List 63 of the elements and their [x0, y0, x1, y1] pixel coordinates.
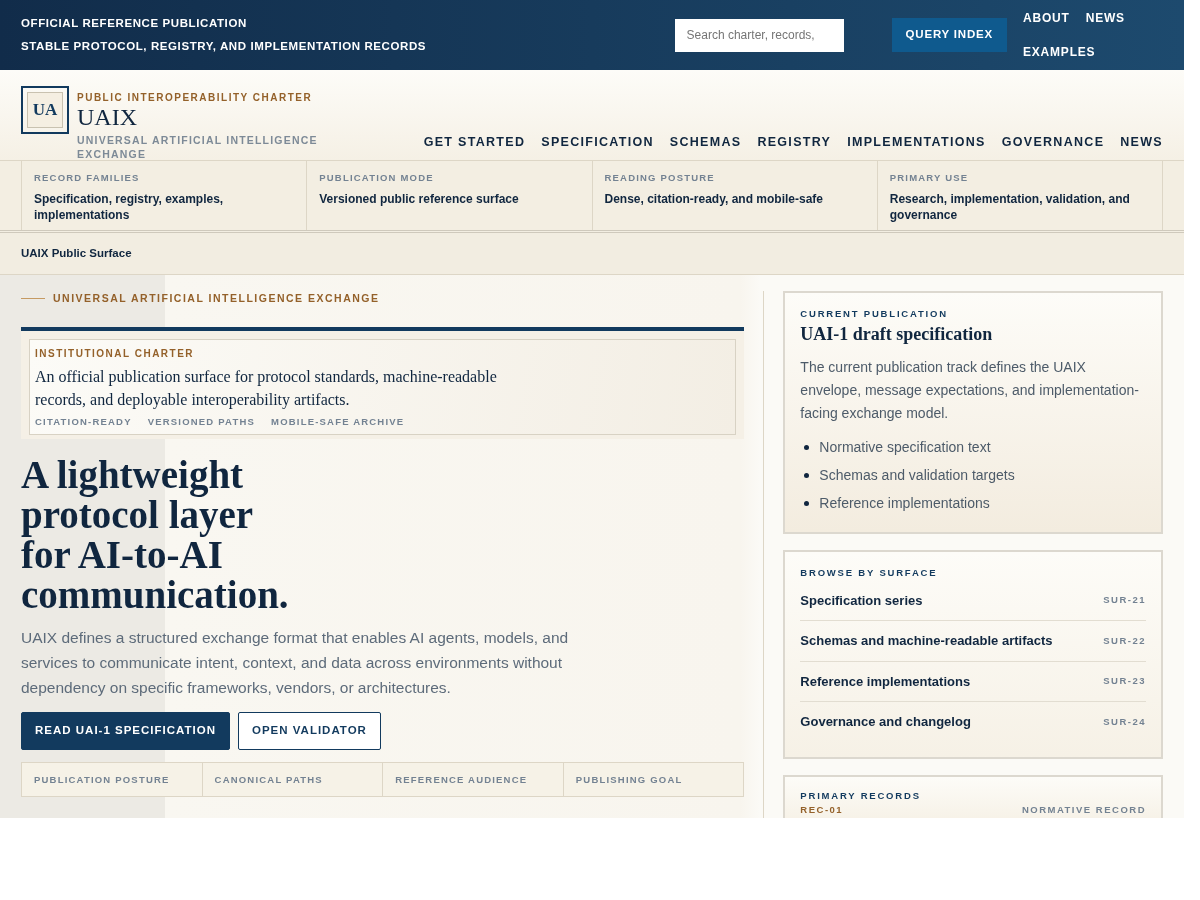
- query-button[interactable]: QUERY INDEX: [891, 18, 1007, 52]
- fact-label: PUBLICATION MODE: [319, 171, 435, 185]
- fact-value: Versioned public reference surface: [319, 191, 520, 208]
- card-title: UAI-1 draft specification: [800, 323, 994, 347]
- surface-code: SUR-24: [1103, 714, 1146, 729]
- card-label: BROWSE BY SURFACE: [800, 566, 939, 581]
- charter-text: An official publication surface for protocol standards, machine-readable records, and deployable interoperability artifacts.: [35, 366, 498, 411]
- column-header: REFERENCE AUDIENCE: [382, 763, 563, 797]
- nav-link[interactable]: GET STARTED: [423, 133, 526, 152]
- fact-value: Research, implementation, validation, and governance: [889, 191, 1131, 224]
- nav-link[interactable]: IMPLEMENTATIONS: [847, 133, 986, 152]
- eyebrow-label: PUBLIC INTEROPERABILITY CHARTER: [77, 91, 314, 105]
- column-header: CANONICAL PATHS: [201, 763, 383, 797]
- bullet-icon: [804, 444, 810, 450]
- bullet-icon: [804, 500, 810, 506]
- header-tagline: STABLE PROTOCOL, REGISTRY, AND IMPLEMENTATION RECORDS: [21, 39, 428, 54]
- surface-code: SUR-22: [1103, 633, 1146, 648]
- list-item: Reference implementations: [819, 494, 990, 514]
- breadcrumb: UAIX Public Surface: [21, 245, 132, 261]
- decorative-rule: [21, 298, 45, 300]
- bullet-icon: [804, 472, 810, 478]
- card-label: CURRENT PUBLICATION: [800, 307, 949, 321]
- surface-link[interactable]: Schemas and machine-readable artifacts: [800, 631, 1053, 651]
- nav-link[interactable]: NEWS: [1120, 133, 1163, 152]
- surface-code: SUR-23: [1103, 674, 1146, 689]
- nav-link[interactable]: REGISTRY: [757, 133, 832, 152]
- card-description: The current publication track defines the UAIX envelope, message expectations, and implementation-facing exchange model.: [800, 358, 1140, 424]
- surface-link[interactable]: Reference implementations: [800, 671, 971, 691]
- nav-link[interactable]: ABOUT: [1023, 9, 1070, 27]
- record-code: REC-01: [800, 802, 844, 817]
- open-validator-button[interactable]: OPEN VALIDATOR: [237, 712, 381, 750]
- surface-link[interactable]: Specification series: [800, 590, 923, 610]
- record-type: NORMATIVE RECORD: [1021, 802, 1146, 817]
- fact-value: Dense, citation-ready, and mobile-safe: [604, 191, 824, 208]
- column-header: PUBLICATION POSTURE: [33, 773, 171, 787]
- list-item: Schemas and validation targets: [819, 466, 1015, 486]
- nav-link[interactable]: SCHEMAS: [669, 133, 742, 152]
- column-header: PUBLISHING GOAL: [562, 763, 744, 797]
- hero-headline: A lightweight protocol layer for AI-to-AI communication.: [21, 455, 290, 615]
- fact-label: READING POSTURE: [604, 171, 716, 185]
- charter-tag: MOBILE-SAFE ARCHIVE: [271, 414, 405, 429]
- site-title: UAIX: [77, 105, 138, 129]
- surface-link[interactable]: Governance and changelog: [800, 712, 971, 732]
- surface-code: SUR-21: [1103, 593, 1146, 608]
- header-tagline: OFFICIAL REFERENCE PUBLICATION: [21, 16, 248, 31]
- fact-value: Specification, registry, examples, implementations: [34, 191, 225, 224]
- list-item: Normative specification text: [819, 438, 991, 458]
- fact-label: RECORD FAMILIES: [34, 171, 141, 185]
- fact-label: PRIMARY USE: [889, 171, 970, 185]
- section-kicker: UNIVERSAL ARTIFICIAL INTELLIGENCE EXCHANGE: [53, 291, 380, 306]
- card-label: PRIMARY RECORDS: [800, 788, 922, 803]
- site-subtitle: UNIVERSAL ARTIFICIAL INTELLIGENCE EXCHANGE: [77, 133, 319, 161]
- hero-description: UAIX defines a structured exchange format that enables AI agents, models, and services to communicate intent, context, and data across environments without dependency on specific frameworks, vendors, or architectures.: [21, 628, 570, 698]
- nav-link[interactable]: NEWS: [1085, 9, 1125, 27]
- search-field[interactable]: Search charter, records,: [674, 18, 844, 52]
- nav-link[interactable]: EXAMPLES: [1023, 43, 1096, 61]
- charter-tag: CITATION-READY: [35, 414, 132, 429]
- nav-link[interactable]: SPECIFICATION: [541, 133, 654, 152]
- logo: UA: [21, 86, 69, 134]
- charter-label: INSTITUTIONAL CHARTER: [35, 346, 196, 361]
- nav-link[interactable]: GOVERNANCE: [1001, 133, 1105, 152]
- read-specification-button[interactable]: READ UAI-1 SPECIFICATION: [21, 712, 230, 750]
- charter-tag: VERSIONED PATHS: [147, 414, 256, 429]
